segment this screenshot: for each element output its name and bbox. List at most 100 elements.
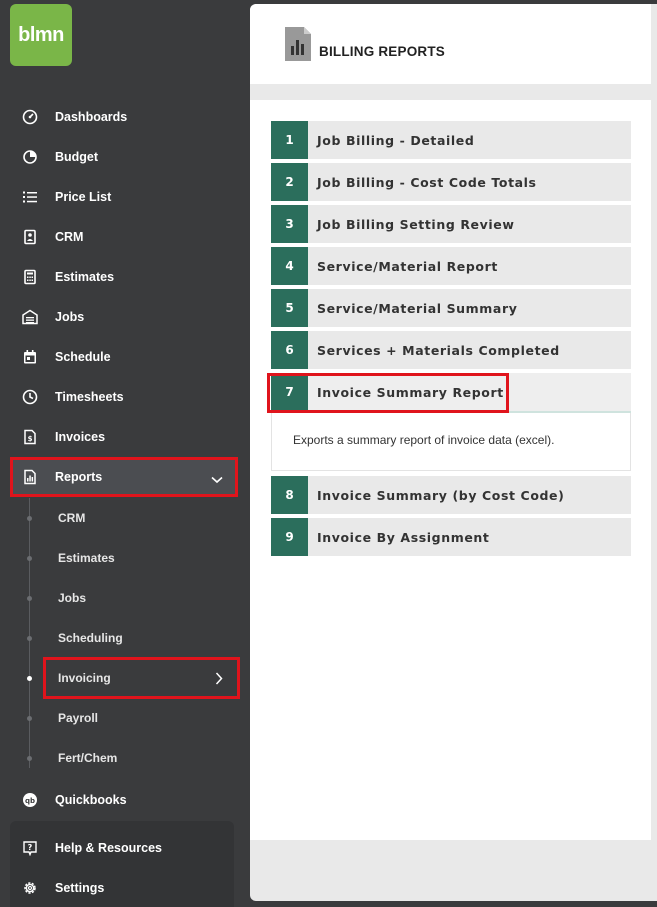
report-number: 5 [271,289,308,327]
sidebar-item-quickbooks[interactable]: qb Quickbooks [10,780,238,820]
sidebar-item-timesheets[interactable]: Timesheets [10,377,238,417]
dashboard-icon [22,109,38,125]
report-row[interactable]: 4 Service/Material Report [271,247,631,285]
submenu-dot [27,596,32,601]
sidebar-item-label: Settings [55,881,105,895]
reports-sub-payroll[interactable]: Payroll [44,698,240,738]
submenu-line [29,498,30,768]
garage-icon [22,309,38,325]
sidebar-item-reports[interactable]: Reports [10,457,238,497]
submenu-label: CRM [58,511,86,525]
page-title: BILLING REPORTS [319,44,446,59]
report-number: 8 [271,476,308,514]
report-document-icon [284,26,312,67]
sidebar-item-settings[interactable]: Settings [10,868,238,907]
report-label: Service/Material Summary [317,300,518,316]
sidebar-item-label: Schedule [55,350,111,364]
report-description-panel: Exports a summary report of invoice data… [271,413,631,471]
report-row[interactable]: 9 Invoice By Assignment [271,518,631,556]
reports-sub-jobs[interactable]: Jobs [44,578,240,618]
sidebar-item-help[interactable]: ? Help & Resources [10,828,238,868]
sidebar-item-budget[interactable]: Budget [10,137,238,177]
submenu-label: Jobs [58,591,87,605]
report-number: 4 [271,247,308,285]
report-label: Invoice Summary (by Cost Code) [317,487,565,503]
sidebar-item-estimates[interactable]: Estimates [10,257,238,297]
sidebar-item-label: Invoices [55,430,106,444]
sidebar: blmn Dashboards Budget Price List CRM Es… [0,0,250,907]
sidebar-item-price-list[interactable]: Price List [10,177,238,217]
report-row[interactable]: 3 Job Billing Setting Review [271,205,631,243]
report-label: Job Billing Setting Review [317,216,515,232]
sidebar-item-label: Price List [55,190,112,204]
report-label: Invoice By Assignment [317,529,490,545]
report-row[interactable]: 1 Job Billing - Detailed [271,121,631,159]
report-label: Services + Materials Completed [317,342,560,358]
main-content: BILLING REPORTS 1 Job Billing - Detailed… [250,4,657,901]
submenu-dot [27,556,32,561]
clock-icon [22,389,38,405]
report-icon [22,469,38,485]
submenu-dot [27,516,32,521]
sidebar-item-label: Dashboards [55,110,128,124]
report-number: 6 [271,331,308,369]
sidebar-item-label: Help & Resources [55,841,162,855]
submenu-label: Scheduling [58,631,123,645]
list-icon [22,189,38,205]
report-label: Job Billing - Cost Code Totals [317,174,537,190]
sidebar-item-schedule[interactable]: Schedule [10,337,238,377]
report-row[interactable]: 6 Services + Materials Completed [271,331,631,369]
pie-chart-icon [22,149,38,165]
svg-text:$: $ [28,435,33,443]
chevron-down-icon[interactable] [211,473,223,487]
report-number: 9 [271,518,308,556]
report-row[interactable]: 2 Job Billing - Cost Code Totals [271,163,631,201]
quickbooks-icon: qb [22,792,38,808]
sidebar-item-label: Estimates [55,270,115,284]
app-logo[interactable]: blmn [10,4,72,66]
submenu-label: Estimates [58,551,115,565]
reports-sub-fert-chem[interactable]: Fert/Chem [44,738,240,778]
report-label: Service/Material Report [317,258,498,274]
sidebar-item-label: Timesheets [55,390,124,404]
reports-sub-scheduling[interactable]: Scheduling [44,618,240,658]
submenu-dot-active [27,676,32,681]
help-icon: ? [22,840,38,856]
sidebar-item-label: Reports [55,470,103,484]
reports-sub-estimates[interactable]: Estimates [44,538,240,578]
sidebar-item-label: Quickbooks [55,793,127,807]
invoice-icon: $ [22,429,38,445]
report-number: 3 [271,205,308,243]
submenu-dot [27,636,32,641]
contact-card-icon [22,229,38,245]
calendar-icon [22,349,38,365]
sidebar-item-label: CRM [55,230,84,244]
page-header: BILLING REPORTS [250,4,651,84]
sidebar-item-label: Budget [55,150,99,164]
sidebar-item-crm[interactable]: CRM [10,217,238,257]
report-number: 2 [271,163,308,201]
calculator-icon [22,269,38,285]
sidebar-item-jobs[interactable]: Jobs [10,297,238,337]
report-row[interactable]: 5 Service/Material Summary [271,289,631,327]
report-description: Exports a summary report of invoice data… [293,433,555,447]
sidebar-item-dashboards[interactable]: Dashboards [10,97,238,137]
submenu-label: Invoicing [58,671,111,685]
highlight-box [267,373,509,413]
sidebar-item-invoices[interactable]: $ Invoices [10,417,238,457]
submenu-dot [27,716,32,721]
report-row[interactable]: 8 Invoice Summary (by Cost Code) [271,476,631,514]
svg-text:qb: qb [25,797,35,805]
svg-text:?: ? [28,843,33,852]
reports-sub-crm[interactable]: CRM [44,498,240,538]
report-label: Job Billing - Detailed [317,132,475,148]
submenu-label: Fert/Chem [58,751,118,765]
chevron-right-icon [215,672,223,688]
submenu-label: Payroll [58,711,99,725]
logo-text: blmn [18,23,64,46]
report-number: 1 [271,121,308,159]
submenu-dot [27,756,32,761]
reports-sub-invoicing[interactable]: Invoicing [43,657,240,699]
gear-icon [22,880,38,896]
sidebar-item-label: Jobs [55,310,85,324]
